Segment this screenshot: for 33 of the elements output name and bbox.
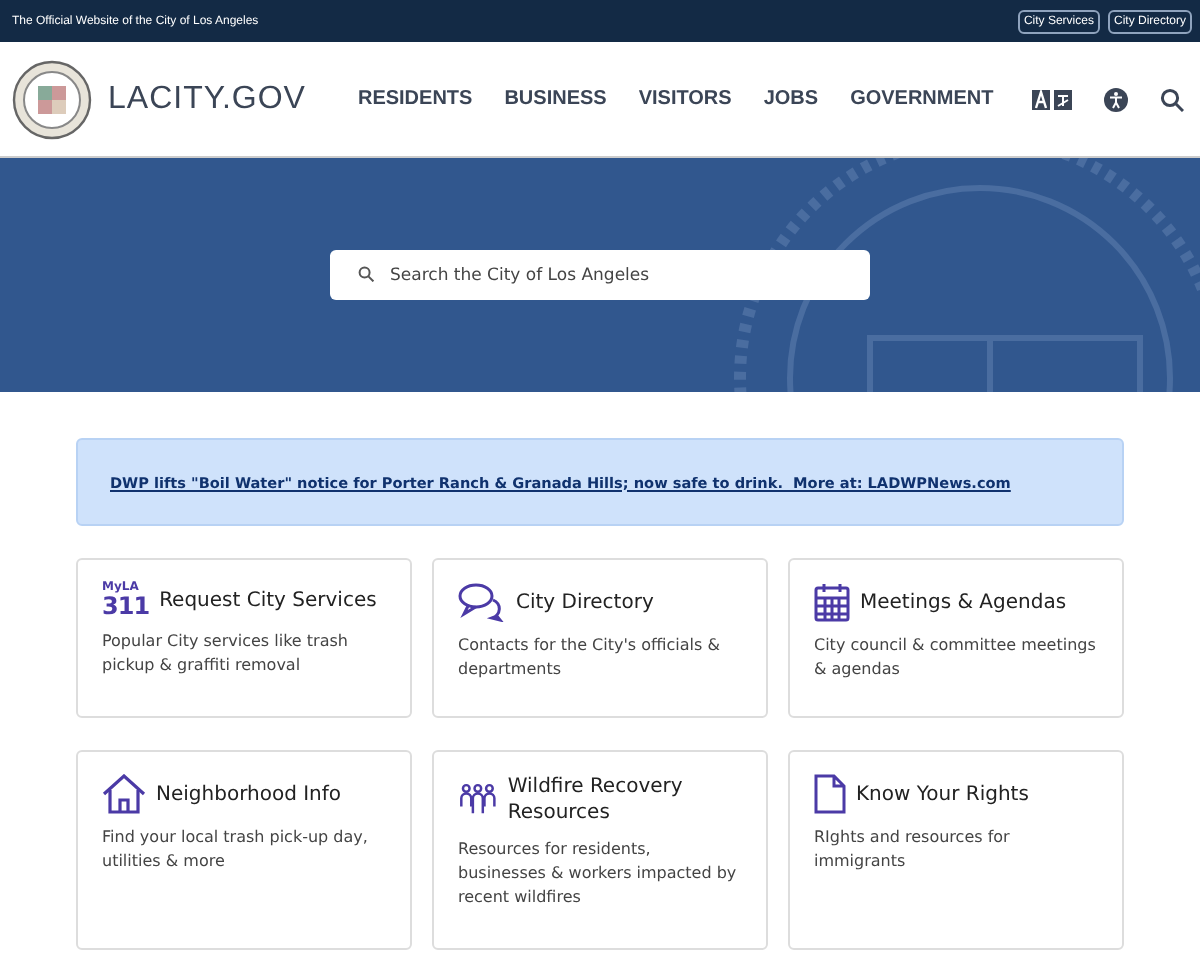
service-card[interactable]: Neighborhood Info Find your local trash pick-up day, utilities & more — [76, 750, 412, 950]
card-title: Meetings & Agendas — [860, 589, 1067, 615]
house-icon — [102, 774, 146, 814]
city-seal-logo[interactable] — [12, 59, 92, 139]
card-description: Find your local trash pick-up day, utilities & more — [102, 826, 370, 874]
service-card[interactable]: City Directory Contacts for the City's officials & departments — [432, 558, 768, 718]
card-description: Contacts for the City's officials & departments — [458, 634, 722, 682]
nav-link[interactable]: RESIDENTS — [357, 88, 473, 110]
card-description: City council & committee meetings & agendas — [814, 634, 1098, 682]
chat-bubbles-icon — [458, 582, 506, 622]
service-card[interactable]: Meetings & Agendas City council & committee meetings & agendas — [788, 558, 1124, 718]
card-description: Resources for residents, businesses & workers impacted by recent wildfires — [458, 838, 739, 910]
nav-link[interactable]: GOVERNMENT — [850, 88, 994, 110]
card-title: Know Your Rights — [856, 781, 1029, 807]
search-icon[interactable] — [1160, 87, 1184, 111]
card-title: Wildfire Recovery Resources — [507, 774, 685, 826]
nav-link[interactable]: VISITORS — [638, 88, 732, 110]
accessibility-icon[interactable] — [1104, 87, 1128, 111]
service-card[interactable]: Wildfire Recovery Resources Resources for residents, businesses & workers impacted by recent wildfires — [432, 750, 768, 950]
calendar-icon — [814, 582, 850, 622]
card-title: Request City Services — [159, 587, 377, 613]
search-icon — [358, 265, 374, 281]
document-icon — [814, 774, 846, 814]
service-card[interactable]: Know Your Rights RIghts and resources for immigrants — [788, 750, 1124, 950]
nav-link[interactable]: BUSINESS — [504, 88, 607, 110]
site-name[interactable]: LACITY.GOV — [108, 81, 306, 117]
translate-icon[interactable] — [1032, 89, 1072, 109]
nav-link[interactable]: JOBS — [763, 88, 819, 110]
card-title: City Directory — [516, 589, 654, 615]
card-description: RIghts and resources for immigrants — [814, 826, 1012, 874]
card-title: Neighborhood Info — [156, 781, 342, 807]
search-field[interactable]: Search the City of Los Angeles — [330, 250, 870, 300]
card-description: Popular City services like trash pickup & graffiti removal — [102, 630, 350, 678]
